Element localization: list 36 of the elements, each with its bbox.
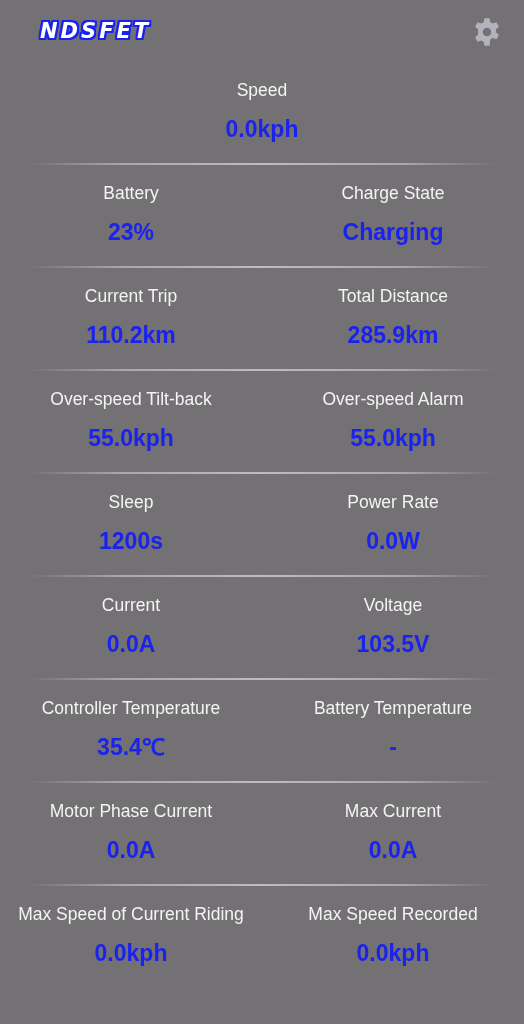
metric-label: Over-speed Alarm <box>322 388 464 411</box>
metric-value: 285.9km <box>347 321 439 350</box>
metric-label: Power Rate <box>347 491 439 514</box>
metric-value: 0.0A <box>368 836 418 865</box>
metric-label: Sleep <box>108 491 154 514</box>
metric-label: Max Speed of Current Riding <box>18 903 244 926</box>
metric-value: 0.0A <box>106 836 156 865</box>
metric-value: - <box>389 733 397 762</box>
metric-label: Controller Temperature <box>41 697 221 720</box>
metric-label: Charge State <box>341 182 445 205</box>
metric-label: Battery Temperature <box>313 697 473 720</box>
settings-icon[interactable] <box>472 17 502 47</box>
metric-label: Speed <box>236 79 288 102</box>
metric-value: 110.2km <box>86 321 176 350</box>
metric-label: Motor Phase Current <box>49 800 213 823</box>
metric-label: Over-speed Tilt-back <box>50 388 212 411</box>
metric-value: 1200s <box>99 527 163 556</box>
metric-value: 0.0kph <box>356 939 430 968</box>
metric-value: 0.0A <box>106 630 156 659</box>
metric-label: Voltage <box>363 594 423 617</box>
metric-label: Current Trip <box>84 285 178 308</box>
metric-value: 35.4℃ <box>97 733 165 762</box>
metric-label: Battery <box>103 182 159 205</box>
metric-value: 0.0kph <box>225 115 299 144</box>
metric-value: Charging <box>342 218 444 247</box>
metric-value: 55.0kph <box>88 424 174 453</box>
metric-value: 23% <box>107 218 154 247</box>
metric-label: Current <box>101 594 161 617</box>
metric-label: Total Distance <box>338 285 448 308</box>
metric-value: 0.0W <box>366 527 420 556</box>
logo: NDSFET <box>40 18 152 46</box>
metric-label: Max Speed Recorded <box>308 903 478 926</box>
metric-value: 0.0kph <box>94 939 168 968</box>
metric-value: 55.0kph <box>350 424 436 453</box>
metric-value: 103.5V <box>356 630 430 659</box>
metric-label: Max Current <box>344 800 442 823</box>
